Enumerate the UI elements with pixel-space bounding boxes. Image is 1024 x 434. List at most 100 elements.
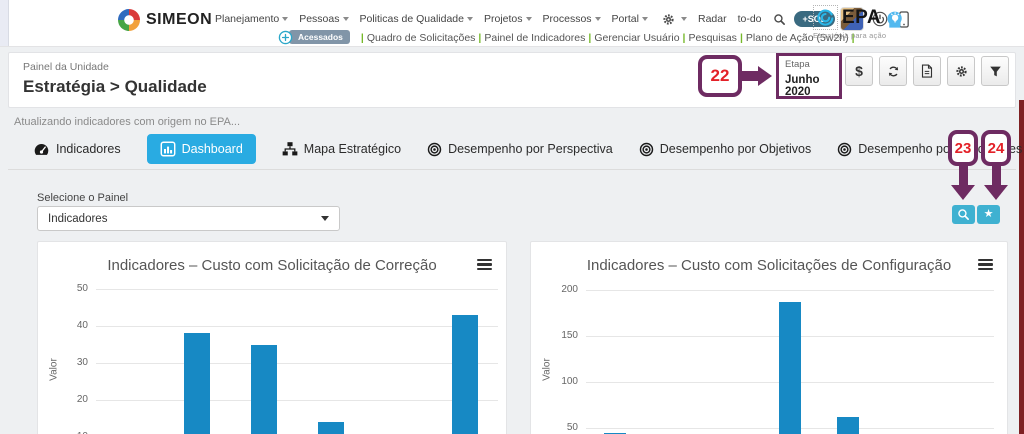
quick-link-quadro-de-solicitacoes[interactable]: Quadro de Solicitações [367, 32, 476, 44]
quick-link-gerenciar-usuario[interactable]: Gerenciar Usuário [594, 32, 679, 44]
document-icon [921, 64, 933, 78]
gridline [96, 289, 498, 290]
bar[interactable] [250, 344, 277, 434]
gauge-icon [33, 141, 50, 158]
y-tick-label: 50 [76, 283, 88, 294]
search-icon[interactable] [770, 13, 789, 26]
panel-select-value: Indicadores [48, 212, 108, 225]
plus-circle-icon [278, 30, 293, 45]
acessados-badge[interactable]: Acessados [278, 30, 350, 45]
chart-card-custo-correcao: Indicadores – Custo com Solicitação de C… [37, 241, 507, 434]
dollar-icon: $ [855, 63, 863, 79]
head-lightbulb-icon [884, 7, 907, 35]
panel-favorite-button[interactable]: ★ [977, 205, 1000, 224]
epa-spiral-icon [813, 5, 838, 30]
chevron-down-icon [282, 17, 289, 21]
y-tick-label: 30 [76, 357, 88, 368]
nav-item-pessoas[interactable]: Pessoas [296, 11, 351, 27]
y-tick-label: 40 [76, 320, 88, 331]
panel-select-label: Selecione o Painel [37, 192, 129, 204]
nav-item-politicas-de-qualidade[interactable]: Politicas de Qualidade [357, 11, 476, 27]
panel-select-dropdown[interactable]: Indicadores [37, 206, 340, 231]
annotation-step-23: 23 [948, 130, 978, 166]
bar-chart-icon [160, 141, 176, 157]
gear-icon [955, 65, 968, 78]
app: SIMEON Planejamento Pessoas Politicas de Q… [0, 0, 1024, 434]
y-tick-label: 20 [76, 394, 88, 405]
section-label: Painel da Unidade [23, 61, 109, 73]
link-separator: | [360, 32, 364, 44]
bar[interactable] [837, 416, 860, 434]
chevron-down-icon [342, 17, 349, 21]
chevron-down-icon [321, 216, 329, 221]
nav-settings-menu[interactable] [656, 11, 690, 28]
divider [8, 169, 1016, 170]
target-icon [639, 142, 654, 157]
status-text: Atualizando indicadores com origem no EP… [14, 116, 241, 128]
header-toolbar: $ [845, 56, 1009, 86]
simeon-logo-icon [118, 9, 140, 31]
nav-item-processos[interactable]: Processos [540, 11, 604, 27]
bar[interactable] [317, 422, 344, 434]
etapa-value: Junho 2020 [785, 74, 820, 98]
gridline [96, 326, 498, 327]
target-icon [837, 142, 852, 157]
bar[interactable] [779, 301, 801, 434]
top-navigation-bar: SIMEON Planejamento Pessoas Politicas de Q… [0, 0, 1024, 47]
quick-links-row: Acessados | Quadro de Solicitações | Painel… [278, 28, 858, 46]
tab-desempenho-por-objetivos[interactable]: Desempenho por Objetivos [639, 142, 811, 157]
search-icon [957, 208, 970, 221]
quick-link-pesquisas[interactable]: Pesquisas [688, 32, 736, 44]
y-tick-label: 150 [561, 330, 578, 341]
epa-name: EPA [842, 6, 882, 28]
nav-item-portal[interactable]: Portal [609, 11, 651, 27]
chevron-down-icon [466, 17, 473, 21]
refresh-button[interactable] [879, 56, 907, 86]
bar[interactable] [451, 314, 478, 434]
y-tick-label: 200 [561, 284, 578, 295]
tab-mapa-estrategico[interactable]: Mapa Estratégico [282, 141, 401, 157]
star-icon: ★ [983, 208, 994, 220]
page-title: Estratégia > Qualidade [23, 77, 207, 96]
link-separator: | [739, 32, 743, 44]
gear-icon [659, 13, 678, 26]
link-separator: | [478, 32, 482, 44]
simeon-logo[interactable]: SIMEON [118, 9, 212, 31]
target-icon [427, 142, 442, 157]
nav-item-planejamento[interactable]: Planejamento [212, 11, 291, 27]
chevron-down-icon [641, 17, 648, 21]
etapa-select[interactable]: Etapa Junho 2020 [776, 53, 842, 99]
tab-desempenho-por-perspectiva[interactable]: Desempenho por Perspectiva [427, 142, 613, 157]
dollar-button[interactable]: $ [845, 56, 873, 86]
sitemap-icon [282, 141, 298, 157]
tab-dashboard[interactable]: Dashboard [146, 134, 256, 164]
epa-logo: EPA Estratégia para ação [813, 5, 886, 40]
chevron-down-icon [525, 17, 532, 21]
nav-item-to-do[interactable]: to-do [735, 11, 765, 27]
gridline [96, 400, 498, 401]
panel-search-button[interactable] [952, 205, 975, 224]
acessados-label: Acessados [289, 30, 350, 44]
document-button[interactable] [913, 56, 941, 86]
annotation-step-22: 22 [698, 55, 742, 97]
panel-actions: ★ [952, 205, 1000, 224]
etapa-label: Etapa [785, 59, 810, 70]
filter-icon [989, 65, 1002, 78]
chart-card-custo-configuracao: Indicadores – Custo com Solicitações de … [530, 241, 1008, 434]
window-edge-left [0, 0, 9, 46]
filter-button[interactable] [981, 56, 1009, 86]
simeon-logo-text: SIMEON [146, 11, 213, 28]
plot-area: 5040302010 [38, 242, 506, 434]
quick-link-painel-de-indicadores[interactable]: Painel de Indicadores [484, 32, 585, 44]
link-separator: | [682, 32, 686, 44]
chevron-down-icon [594, 17, 601, 21]
annotation-step-24: 24 [981, 130, 1011, 166]
refresh-icon [887, 65, 900, 78]
y-tick-label: 100 [561, 376, 578, 387]
bar[interactable] [183, 333, 210, 434]
gear-button[interactable] [947, 56, 975, 86]
tab-indicadores[interactable]: Indicadores [33, 141, 121, 158]
nav-item-radar[interactable]: Radar [695, 11, 730, 27]
nav-item-projetos[interactable]: Projetos [481, 11, 535, 27]
annotation-arrow-22 [741, 66, 772, 86]
